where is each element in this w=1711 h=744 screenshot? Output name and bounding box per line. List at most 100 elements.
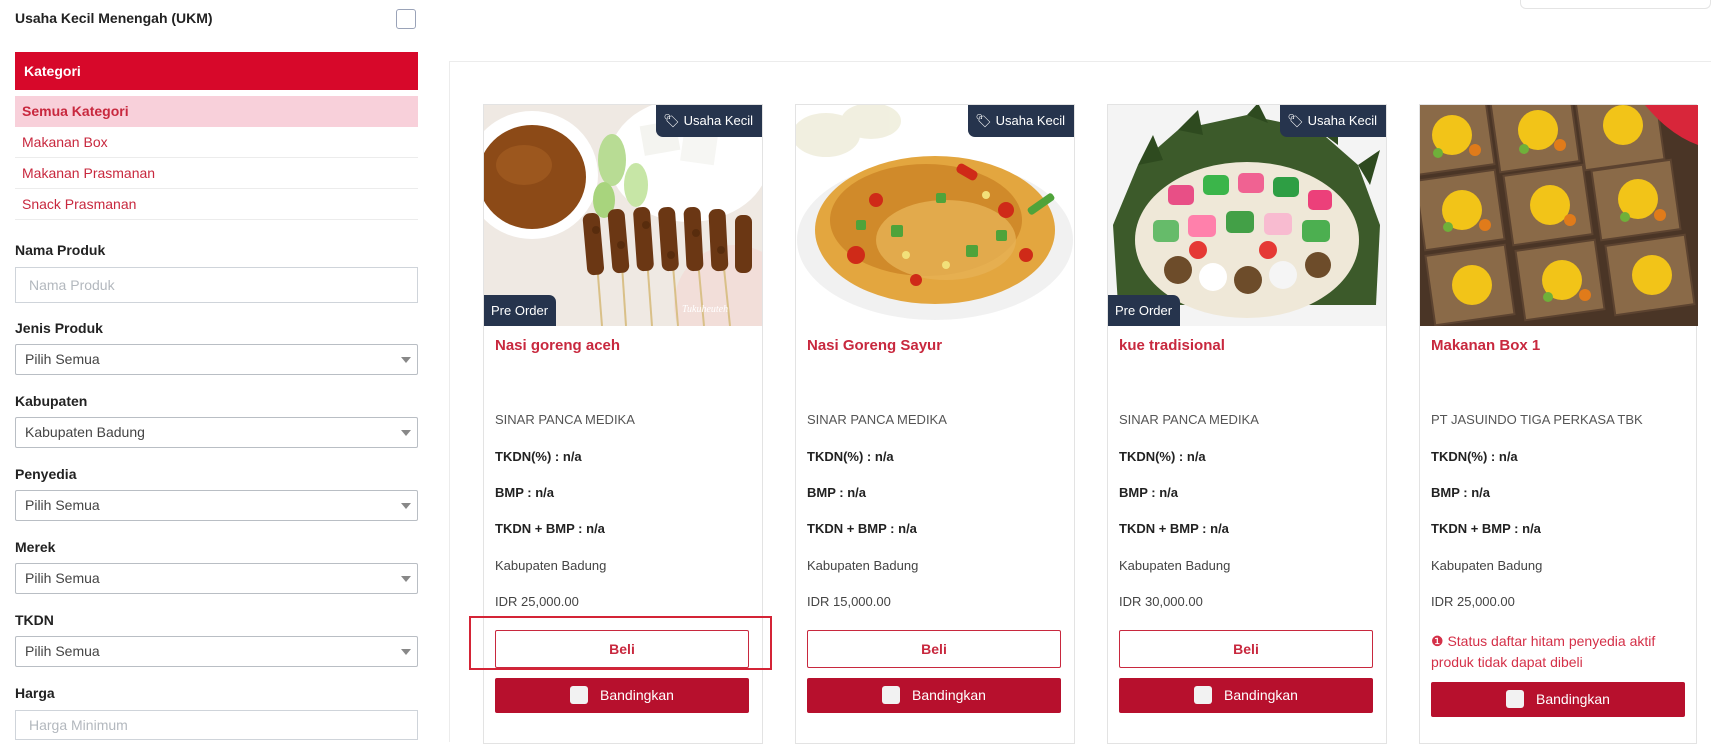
product-location: Kabupaten Badung — [1431, 558, 1543, 573]
merek-value: Pilih Semua — [25, 570, 100, 586]
product-image-nasi-goreng[interactable]: 🏷 Usaha Kecil — [796, 105, 1074, 326]
tkdn-label: TKDN — [15, 612, 54, 628]
usaha-kecil-badge: 🏷 Usaha Kecil — [656, 105, 762, 137]
blacklist-status-warning: ❶ Status daftar hitam penyedia aktif pro… — [1431, 631, 1687, 673]
compare-label: Bandingkan — [600, 687, 674, 703]
product-tkdn: TKDN(%) : n/a — [495, 449, 582, 464]
product-card[interactable]: 🏷 Usaha Kecil Pre Order kue tradisional S… — [1107, 104, 1387, 744]
usaha-kecil-badge: 🏷 Usaha Kecil — [968, 105, 1074, 137]
info-circle-icon: ❶ — [1431, 633, 1444, 649]
tag-icon: 🏷 — [663, 113, 680, 128]
product-location: Kabupaten Badung — [1119, 558, 1231, 573]
category-list: Semua Kategori Makanan Box Makanan Prasm… — [15, 96, 418, 220]
category-item-snack-prasmanan[interactable]: Snack Prasmanan — [15, 189, 418, 220]
merek-select[interactable]: Pilih Semua — [15, 563, 418, 594]
product-tkdn-bmp: TKDN + BMP : n/a — [495, 521, 605, 536]
product-tkdn-bmp: TKDN + BMP : n/a — [807, 521, 917, 536]
compare-label: Bandingkan — [912, 687, 986, 703]
buy-button[interactable]: Beli — [1119, 630, 1373, 668]
product-tkdn: TKDN(%) : n/a — [1431, 449, 1518, 464]
kabupaten-value: Kabupaten Badung — [25, 424, 145, 440]
status-warning-text: Status daftar hitam penyedia aktif produ… — [1431, 633, 1656, 670]
jenis-produk-label: Jenis Produk — [15, 320, 103, 336]
merek-label: Merek — [15, 539, 56, 555]
product-image-kue[interactable]: 🏷 Usaha Kecil Pre Order — [1108, 105, 1386, 326]
badge-label: Usaha Kecil — [1307, 113, 1377, 128]
product-tkdn: TKDN(%) : n/a — [807, 449, 894, 464]
tkdn-value: Pilih Semua — [25, 643, 100, 659]
product-price: IDR 15,000.00 — [807, 594, 891, 609]
badge-label: Usaha Kecil — [683, 113, 753, 128]
image-watermark: Tukuheuteh — [682, 304, 728, 315]
compare-checkbox[interactable] — [1194, 686, 1213, 704]
category-item-makanan-box[interactable]: Makanan Box — [15, 127, 418, 158]
harga-min-input[interactable] — [15, 710, 418, 740]
compare-checkbox[interactable] — [1506, 690, 1525, 708]
ukm-filter-row: Usaha Kecil Menengah (UKM) — [15, 6, 418, 34]
buy-button[interactable]: Beli — [495, 630, 749, 668]
product-seller: SINAR PANCA MEDIKA — [495, 412, 635, 427]
nama-produk-label: Nama Produk — [15, 242, 106, 258]
product-price: IDR 25,000.00 — [1431, 594, 1515, 609]
jenis-produk-select[interactable]: Pilih Semua — [15, 344, 418, 375]
product-tkdn-bmp: TKDN + BMP : n/a — [1431, 521, 1541, 536]
category-header: Kategori — [15, 52, 418, 90]
pre-order-badge: Pre Order — [1108, 295, 1181, 326]
compare-button[interactable]: Bandingkan — [495, 678, 749, 713]
product-card[interactable]: 🏷 Usaha Kecil Nasi Goreng Sayur SINAR PAN… — [795, 104, 1075, 744]
compare-label: Bandingkan — [1224, 687, 1298, 703]
product-bmp: BMP : n/a — [1119, 485, 1178, 500]
product-tkdn-bmp: TKDN + BMP : n/a — [1119, 521, 1229, 536]
product-image-makanan-box[interactable] — [1420, 105, 1698, 326]
product-bmp: BMP : n/a — [1431, 485, 1490, 500]
jenis-produk-value: Pilih Semua — [25, 351, 100, 367]
product-tkdn: TKDN(%) : n/a — [1119, 449, 1206, 464]
top-right-control — [1520, 0, 1711, 9]
product-location: Kabupaten Badung — [495, 558, 607, 573]
buy-button[interactable]: Beli — [807, 630, 1061, 668]
product-bmp: BMP : n/a — [807, 485, 866, 500]
tag-icon: 🏷 — [975, 113, 992, 128]
badge-label: Usaha Kecil — [995, 113, 1065, 128]
kabupaten-select[interactable]: Kabupaten Badung — [15, 417, 418, 448]
category-item-makanan-prasmanan[interactable]: Makanan Prasmanan — [15, 158, 418, 189]
tkdn-select[interactable]: Pilih Semua — [15, 636, 418, 667]
penyedia-label: Penyedia — [15, 466, 77, 482]
compare-button[interactable]: Bandingkan — [1431, 682, 1685, 717]
nama-produk-input[interactable] — [15, 267, 418, 303]
product-price: IDR 30,000.00 — [1119, 594, 1203, 609]
penyedia-select[interactable]: Pilih Semua — [15, 490, 418, 521]
harga-label: Harga — [15, 685, 55, 701]
category-item-semua-kategori[interactable]: Semua Kategori — [15, 96, 418, 127]
compare-button[interactable]: Bandingkan — [807, 678, 1061, 713]
product-image-sate[interactable]: Tukuheuteh 🏷 Usaha Kecil Pre Order — [484, 105, 762, 326]
compare-button[interactable]: Bandingkan — [1119, 678, 1373, 713]
product-name[interactable]: Nasi goreng aceh — [495, 337, 620, 354]
ukm-label: Usaha Kecil Menengah (UKM) — [15, 10, 213, 26]
compare-checkbox[interactable] — [882, 686, 901, 704]
product-seller: SINAR PANCA MEDIKA — [807, 412, 947, 427]
caret-down-icon — [401, 357, 411, 363]
compare-checkbox[interactable] — [570, 686, 589, 704]
caret-down-icon — [401, 649, 411, 655]
usaha-kecil-badge: 🏷 Usaha Kecil — [1280, 105, 1386, 137]
penyedia-value: Pilih Semua — [25, 497, 100, 513]
ukm-checkbox[interactable] — [396, 9, 416, 29]
product-name[interactable]: Makanan Box 1 — [1431, 337, 1540, 354]
product-location: Kabupaten Badung — [807, 558, 919, 573]
caret-down-icon — [401, 576, 411, 582]
caret-down-icon — [401, 503, 411, 509]
pre-order-badge: Pre Order — [484, 295, 557, 326]
kabupaten-label: Kabupaten — [15, 393, 88, 409]
product-price: IDR 25,000.00 — [495, 594, 579, 609]
product-card[interactable]: Tukuheuteh 🏷 Usaha Kecil Pre Order Nasi g… — [483, 104, 763, 744]
product-seller: SINAR PANCA MEDIKA — [1119, 412, 1259, 427]
compare-label: Bandingkan — [1536, 691, 1610, 707]
product-name[interactable]: kue tradisional — [1119, 337, 1225, 354]
product-seller: PT JASUINDO TIGA PERKASA TBK — [1431, 412, 1643, 427]
product-card[interactable]: Makanan Box 1 PT JASUINDO TIGA PERKASA T… — [1419, 104, 1698, 744]
product-name[interactable]: Nasi Goreng Sayur — [807, 337, 942, 354]
caret-down-icon — [401, 430, 411, 436]
tag-icon: 🏷 — [1287, 113, 1304, 128]
product-bmp: BMP : n/a — [495, 485, 554, 500]
